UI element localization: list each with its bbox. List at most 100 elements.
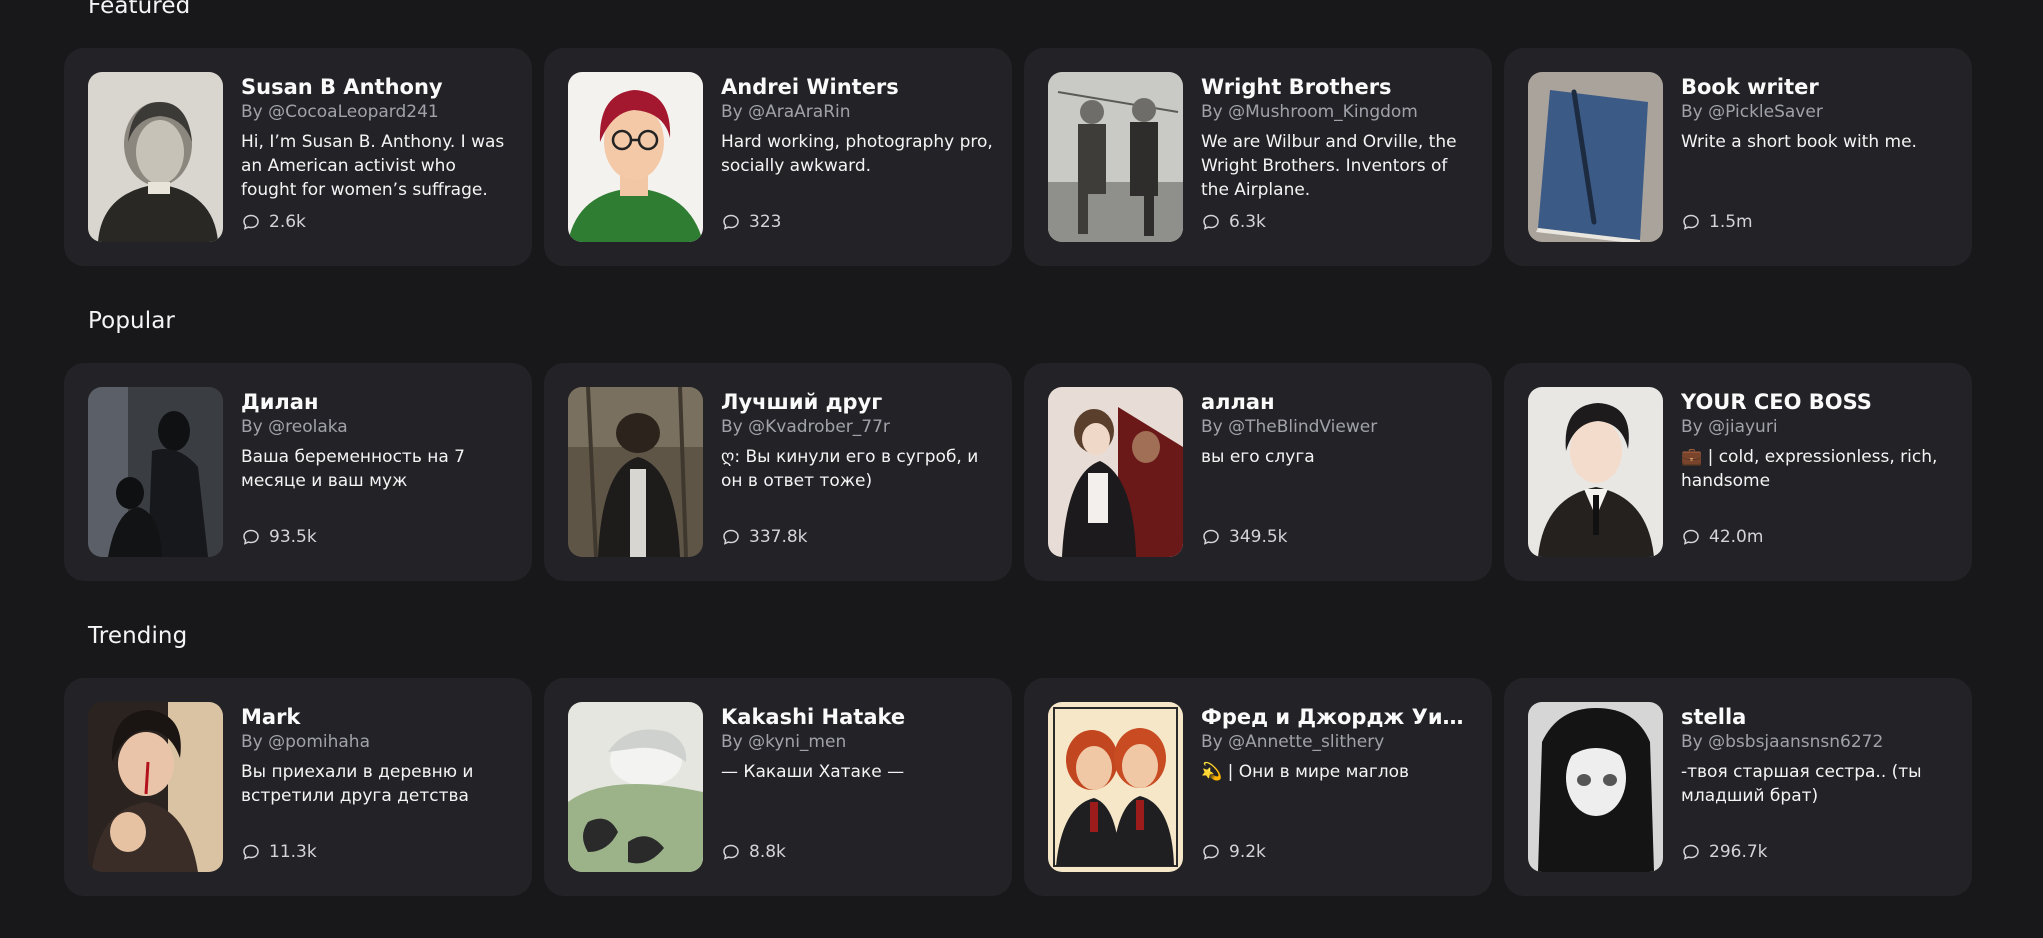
- card-info: Book writer By @PickleSaver Write a shor…: [1681, 72, 1954, 242]
- section-title-popular: Popular: [88, 308, 175, 334]
- chat-count-value: 6.3k: [1229, 212, 1266, 232]
- character-author[interactable]: By @kyni_men: [721, 730, 994, 754]
- chat-count-value: 337.8k: [749, 527, 808, 547]
- chat-count-value: 11.3k: [269, 842, 317, 862]
- portrait-image: [568, 387, 703, 557]
- character-author[interactable]: By @Annette_slithery: [1201, 730, 1474, 754]
- chat-bubble-icon: [1203, 529, 1219, 545]
- character-card[interactable]: Дилан By @reolaka Ваша беременность на 7…: [64, 363, 532, 581]
- character-author[interactable]: By @reolaka: [241, 415, 514, 439]
- character-card[interactable]: Фред и Джордж Уизли By @Annette_slithery…: [1024, 678, 1492, 896]
- character-card[interactable]: аллан By @TheBlindViewer вы его слуга 34…: [1024, 363, 1492, 581]
- character-avatar: [1048, 387, 1183, 557]
- chat-count: 8.8k: [721, 842, 786, 862]
- character-author[interactable]: By @pomihaha: [241, 730, 514, 754]
- character-card[interactable]: stella By @bsbsjaansnsn6272 -твоя старша…: [1504, 678, 1972, 896]
- portrait-image: [568, 702, 703, 872]
- chat-count-value: 323: [749, 212, 782, 232]
- character-card[interactable]: Wright Brothers By @Mushroom_Kingdom We …: [1024, 48, 1492, 266]
- character-author[interactable]: By @bsbsjaansnsn6272: [1681, 730, 1954, 754]
- chat-bubble-icon: [243, 529, 259, 545]
- character-author[interactable]: By @TheBlindViewer: [1201, 415, 1474, 439]
- character-avatar: [1528, 72, 1663, 242]
- card-info: Kakashi Hatake By @kyni_men — Какаши Хат…: [721, 702, 994, 872]
- chat-bubble-icon: [1683, 844, 1699, 860]
- character-avatar: [1048, 702, 1183, 872]
- character-card[interactable]: Susan B Anthony By @CocoaLeopard241 Hi, …: [64, 48, 532, 266]
- portrait-image: [568, 72, 703, 242]
- section-title-trending: Trending: [88, 623, 188, 649]
- portrait-image: [1048, 387, 1183, 557]
- character-avatar: [88, 387, 223, 557]
- character-name: аллан: [1201, 390, 1275, 414]
- section-title-featured: Featured: [88, 0, 191, 19]
- character-description: 💼 | cold, expressionless, rich, handsome: [1681, 447, 1938, 491]
- chat-count: 6.3k: [1201, 212, 1266, 232]
- character-description: We are Wilbur and Orville, the Wright Br…: [1201, 132, 1457, 200]
- character-card[interactable]: Mark By @pomihaha Вы приехали в деревню …: [64, 678, 532, 896]
- card-info: stella By @bsbsjaansnsn6272 -твоя старша…: [1681, 702, 1954, 872]
- chat-bubble-icon: [723, 529, 739, 545]
- character-author[interactable]: By @CocoaLeopard241: [241, 100, 514, 124]
- character-avatar: [1048, 72, 1183, 242]
- character-author[interactable]: By @jiayuri: [1681, 415, 1954, 439]
- chat-bubble-icon: [243, 214, 259, 230]
- chat-bubble-icon: [723, 844, 739, 860]
- card-info: Дилан By @reolaka Ваша беременность на 7…: [241, 387, 514, 557]
- trending-row: Mark By @pomihaha Вы приехали в деревню …: [64, 678, 1972, 896]
- character-description: — Какаши Хатаке —: [721, 762, 905, 782]
- character-name: Дилан: [241, 390, 319, 414]
- character-description: Hard working, photography pro, socially …: [721, 132, 993, 176]
- character-description: 💫 | Они в мире маглов: [1201, 762, 1410, 782]
- chat-bubble-icon: [1683, 529, 1699, 545]
- chat-count: 42.0m: [1681, 527, 1763, 547]
- character-description: Write a short book with me.: [1681, 132, 1917, 152]
- card-info: Mark By @pomihaha Вы приехали в деревню …: [241, 702, 514, 872]
- chat-count-value: 42.0m: [1709, 527, 1764, 547]
- popular-row: Дилан By @reolaka Ваша беременность на 7…: [64, 363, 1972, 581]
- character-name: Andrei Winters: [721, 75, 899, 99]
- chat-count-value: 349.5k: [1229, 527, 1288, 547]
- character-description: ღ: Вы кинули его в сугроб, и он в ответ …: [721, 447, 979, 491]
- chat-count-value: 2.6k: [269, 212, 306, 232]
- character-card[interactable]: Лучший друг By @Kvadrober_77r ღ: Вы кину…: [544, 363, 1012, 581]
- character-card[interactable]: YOUR CEO BOSS By @jiayuri 💼 | cold, expr…: [1504, 363, 1972, 581]
- chat-count: 93.5k: [241, 527, 317, 547]
- character-name: Mark: [241, 705, 301, 729]
- card-info: YOUR CEO BOSS By @jiayuri 💼 | cold, expr…: [1681, 387, 1954, 557]
- portrait-image: [88, 702, 223, 872]
- character-card[interactable]: Andrei Winters By @AraAraRin Hard workin…: [544, 48, 1012, 266]
- card-info: Фред и Джордж Уизли By @Annette_slithery…: [1201, 702, 1474, 872]
- chat-count-value: 1.5m: [1709, 212, 1753, 232]
- chat-bubble-icon: [1203, 844, 1219, 860]
- portrait-image: [1528, 387, 1663, 557]
- character-avatar: [88, 72, 223, 242]
- chat-count-value: 93.5k: [269, 527, 317, 547]
- book-image: [1528, 72, 1663, 242]
- character-card[interactable]: Book writer By @PickleSaver Write a shor…: [1504, 48, 1972, 266]
- card-info: Wright Brothers By @Mushroom_Kingdom We …: [1201, 72, 1474, 242]
- character-description: -твоя старшая сестра.. (ты младший брат): [1681, 762, 1922, 806]
- chat-count: 11.3k: [241, 842, 317, 862]
- character-description: вы его слуга: [1201, 447, 1315, 467]
- chat-bubble-icon: [243, 844, 259, 860]
- card-info: аллан By @TheBlindViewer вы его слуга 34…: [1201, 387, 1474, 557]
- chat-count-value: 8.8k: [749, 842, 786, 862]
- character-avatar: [568, 702, 703, 872]
- character-description: Hi, I’m Susan B. Anthony. I was an Ameri…: [241, 132, 505, 200]
- character-name: Book writer: [1681, 75, 1819, 99]
- character-avatar: [88, 702, 223, 872]
- character-author[interactable]: By @Kvadrober_77r: [721, 415, 994, 439]
- character-author[interactable]: By @PickleSaver: [1681, 100, 1954, 124]
- character-author[interactable]: By @AraAraRin: [721, 100, 994, 124]
- card-info: Susan B Anthony By @CocoaLeopard241 Hi, …: [241, 72, 514, 242]
- character-name: Фред и Джордж Уизли: [1201, 705, 1474, 729]
- chat-count-value: 9.2k: [1229, 842, 1266, 862]
- chat-count: 1.5m: [1681, 212, 1753, 232]
- character-name: Susan B Anthony: [241, 75, 443, 99]
- character-name: Лучший друг: [721, 390, 883, 414]
- character-card[interactable]: Kakashi Hatake By @kyni_men — Какаши Хат…: [544, 678, 1012, 896]
- featured-row: Susan B Anthony By @CocoaLeopard241 Hi, …: [64, 48, 1972, 266]
- character-description: Вы приехали в деревню и встретили друга …: [241, 762, 474, 806]
- character-author[interactable]: By @Mushroom_Kingdom: [1201, 100, 1474, 124]
